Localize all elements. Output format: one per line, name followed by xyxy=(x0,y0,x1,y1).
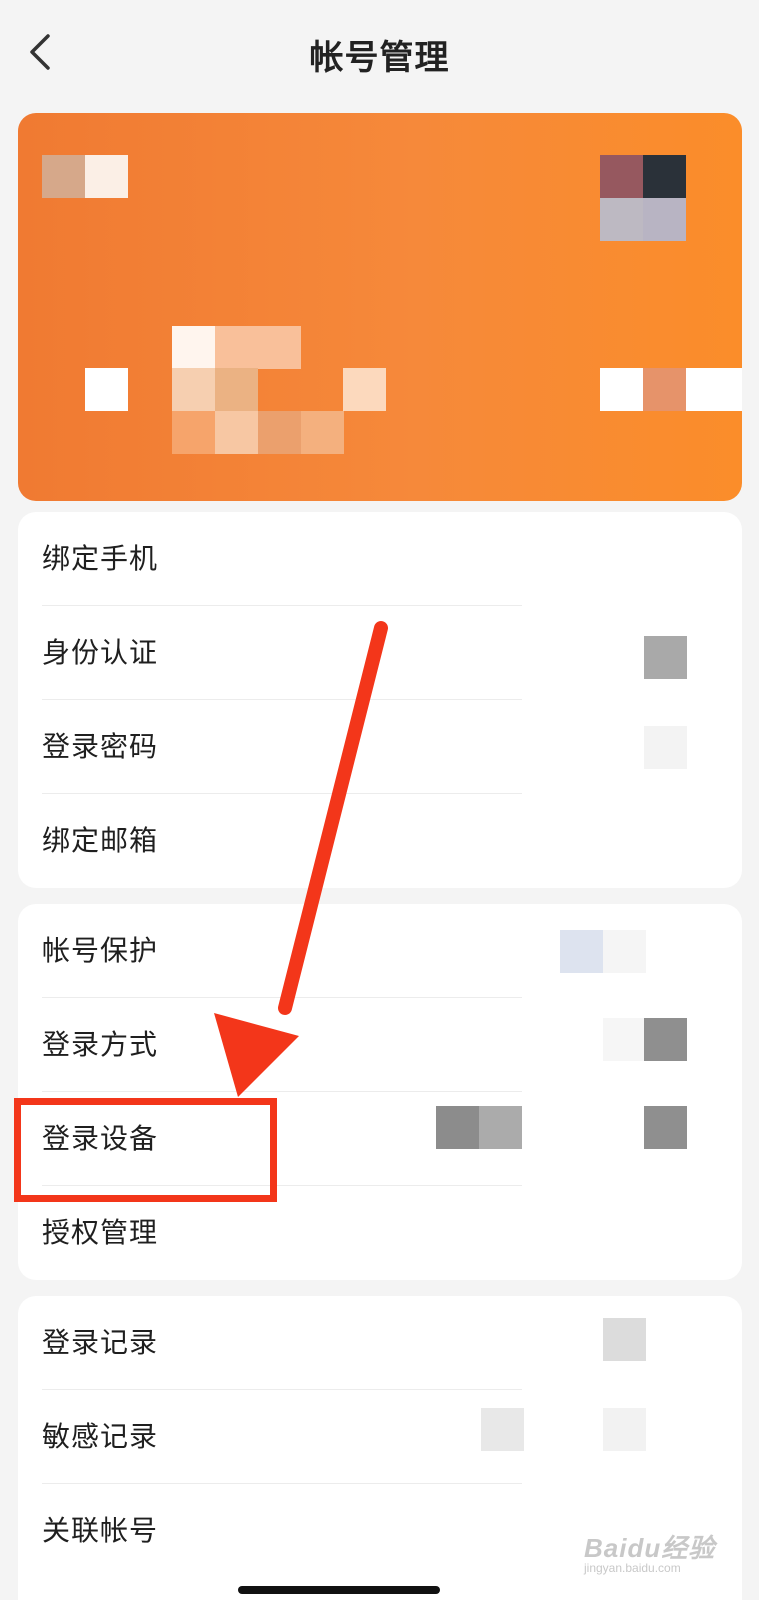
obscured-text-pixel xyxy=(215,411,258,454)
menu-item-label: 身份认证 xyxy=(42,636,159,669)
obscured-value xyxy=(479,1106,522,1149)
obscured-value xyxy=(644,636,687,679)
obscured-avatar-pixel xyxy=(42,155,85,198)
menu-item-bind-email[interactable]: 绑定邮箱 xyxy=(18,794,742,888)
obscured-text-pixel xyxy=(301,411,344,454)
obscured-icon-pixel xyxy=(643,155,686,198)
menu-item-label: 敏感记录 xyxy=(42,1420,159,1453)
menu-item-login-records[interactable]: 登录记录 xyxy=(18,1296,742,1390)
obscured-value xyxy=(481,1408,524,1451)
menu-item-label: 登录方式 xyxy=(42,1028,159,1061)
obscured-icon-pixel xyxy=(600,198,643,241)
obscured-text-pixel xyxy=(343,368,386,411)
menu-item-sensitive-records[interactable]: 敏感记录 xyxy=(18,1390,742,1484)
settings-group-1: 绑定手机 身份认证 登录密码 绑定邮箱 xyxy=(18,512,742,888)
menu-item-account-protection[interactable]: 帐号保护 xyxy=(18,904,742,998)
home-indicator[interactable] xyxy=(238,1586,440,1594)
obscured-value xyxy=(603,930,646,973)
menu-item-label: 绑定邮箱 xyxy=(42,824,159,857)
obscured-value xyxy=(603,1408,646,1451)
menu-item-login-method[interactable]: 登录方式 xyxy=(18,998,742,1092)
obscured-icon-pixel xyxy=(643,198,686,241)
watermark-logo: Baidu经验 jingyan.baidu.com xyxy=(584,1528,754,1588)
obscured-text-pixel xyxy=(215,368,258,411)
menu-item-identity-verification[interactable]: 身份认证 xyxy=(18,606,742,700)
obscured-value xyxy=(644,1018,687,1061)
profile-card[interactable] xyxy=(18,113,742,501)
obscured-text-pixel xyxy=(172,368,215,411)
top-bar: 帐号管理 xyxy=(0,0,759,108)
obscured-text-pixel xyxy=(258,411,301,454)
menu-item-bind-phone[interactable]: 绑定手机 xyxy=(18,512,742,606)
page-title: 帐号管理 xyxy=(309,38,450,78)
obscured-text-pixel xyxy=(686,368,742,411)
settings-group-2: 帐号保护 登录方式 登录设备 授权管理 xyxy=(18,904,742,1280)
obscured-value xyxy=(644,726,687,769)
obscured-text-pixel xyxy=(172,326,215,369)
watermark-url: jingyan.baidu.com xyxy=(584,1561,681,1575)
obscured-text-pixel xyxy=(215,326,301,369)
watermark-brand: Baidu经验 xyxy=(584,1533,716,1563)
obscured-text-pixel xyxy=(643,368,686,411)
annotation-highlight-box xyxy=(14,1098,277,1202)
menu-item-label: 关联帐号 xyxy=(42,1514,159,1547)
obscured-text-pixel xyxy=(85,368,128,411)
menu-item-login-password[interactable]: 登录密码 xyxy=(18,700,742,794)
menu-item-label: 绑定手机 xyxy=(42,542,159,575)
obscured-value xyxy=(603,1318,646,1361)
obscured-avatar-pixel xyxy=(85,155,128,198)
obscured-value xyxy=(603,1018,646,1061)
obscured-text-pixel xyxy=(172,411,215,454)
menu-item-label: 登录记录 xyxy=(42,1326,159,1359)
obscured-text-pixel xyxy=(600,368,643,411)
obscured-value xyxy=(644,1106,687,1149)
obscured-value xyxy=(560,930,603,973)
menu-item-label: 帐号保护 xyxy=(42,934,159,967)
obscured-value xyxy=(436,1106,479,1149)
obscured-icon-pixel xyxy=(600,155,643,198)
menu-item-label: 登录密码 xyxy=(42,730,159,763)
